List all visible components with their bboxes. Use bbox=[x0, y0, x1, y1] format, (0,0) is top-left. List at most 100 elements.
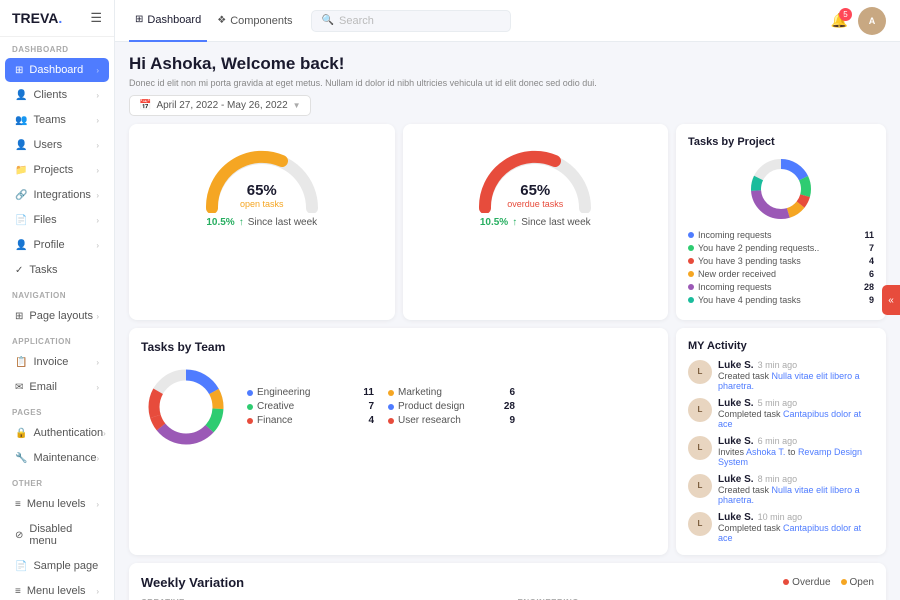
open-tasks-card: 65% open tasks 10.5% ↑ Since last week bbox=[129, 124, 395, 320]
search-icon: 🔍 bbox=[322, 15, 334, 26]
overdue-tasks-stat-text: Since last week bbox=[521, 217, 590, 228]
project-donut-chart bbox=[746, 154, 816, 224]
sidebar-item-menu-levels2[interactable]: ≡Menu levels › bbox=[5, 579, 109, 600]
sidebar-item-menu-levels[interactable]: ≡Menu levels › bbox=[5, 492, 109, 516]
activity-avatar-1: L bbox=[688, 398, 712, 422]
activity-item-3: L Luke S. 8 min ago Created task Nulla v… bbox=[688, 474, 874, 505]
files-icon: 📄 bbox=[15, 215, 27, 226]
sidebar-item-teams[interactable]: 👥Teams › bbox=[5, 108, 109, 132]
sidebar-item-tasks[interactable]: ✓Tasks bbox=[5, 258, 109, 282]
sidebar-item-profile[interactable]: 👤Profile › bbox=[5, 233, 109, 257]
invoice-icon: 📋 bbox=[15, 357, 27, 368]
sidebar: TREVA. ☰ DASHBOARD ⊞Dashboard › 👤Clients… bbox=[0, 0, 115, 600]
sidebar-section-label-other: OTHER bbox=[0, 471, 114, 491]
activity-name-2: Luke S. bbox=[718, 436, 754, 447]
activity-link-2a[interactable]: Ashoka T. bbox=[746, 447, 785, 457]
menu-icon[interactable]: ☰ bbox=[90, 10, 102, 26]
date-range-picker[interactable]: 📅 April 27, 2022 - May 26, 2022 ▼ bbox=[129, 95, 311, 116]
email-icon: ✉ bbox=[15, 382, 23, 393]
sidebar-item-sample-page[interactable]: 📄Sample page bbox=[5, 554, 109, 578]
notification-button[interactable]: 🔔 5 bbox=[831, 12, 848, 29]
sidebar-item-invoice[interactable]: 📋Invoice › bbox=[5, 350, 109, 374]
weekly-variation-card: Weekly Variation Overdue Open CREATIVE bbox=[129, 563, 886, 600]
sidebar-item-integrations[interactable]: 🔗Integrations › bbox=[5, 183, 109, 207]
legend-item-5: You have 4 pending tasks 9 bbox=[688, 295, 874, 305]
overdue-tasks-percentage: 65% bbox=[507, 182, 563, 199]
activity-name-1: Luke S. bbox=[718, 398, 754, 409]
chevron-icon: › bbox=[96, 191, 99, 200]
chevron-down-icon: ▼ bbox=[293, 101, 301, 110]
sidebar-section-dashboard: DASHBOARD ⊞Dashboard › 👤Clients › 👥Teams… bbox=[0, 37, 114, 283]
sidebar-section-label-app: APPLICATION bbox=[0, 329, 114, 349]
legend-item-4: Incoming requests 28 bbox=[688, 282, 874, 292]
dashboard-nav-icon: ⊞ bbox=[135, 14, 143, 25]
activity-avatar-3: L bbox=[688, 474, 712, 498]
activity-avatar-4: L bbox=[688, 512, 712, 536]
overdue-tasks-card: 65% overdue tasks 10.5% ↑ Since last wee… bbox=[403, 124, 669, 320]
chevron-icon: › bbox=[96, 312, 99, 321]
activity-title: MY Activity bbox=[688, 340, 874, 352]
tasks-by-team-card: Tasks by Team Engineering bbox=[129, 328, 668, 555]
sidebar-item-dashboard[interactable]: ⊞Dashboard › bbox=[5, 58, 109, 82]
topnav-link-dashboard[interactable]: ⊞ Dashboard bbox=[129, 0, 207, 42]
legend-item-2: You have 3 pending tasks 4 bbox=[688, 256, 874, 266]
topnav-link-components[interactable]: ❖ Components bbox=[211, 0, 298, 42]
team-legend-user-research: User research 9 bbox=[388, 415, 515, 426]
open-tasks-percentage: 65% bbox=[240, 182, 284, 199]
sidebar-item-projects[interactable]: 📁Projects › bbox=[5, 158, 109, 182]
calendar-icon: 📅 bbox=[139, 100, 151, 111]
open-tasks-label: open tasks bbox=[240, 199, 284, 209]
open-tasks-stat-value: 10.5% bbox=[206, 217, 234, 228]
chevron-icon: › bbox=[96, 116, 99, 125]
sidebar-item-disabled-menu[interactable]: ⊘Disabled menu bbox=[5, 517, 109, 553]
sidebar-logo: TREVA. ☰ bbox=[0, 0, 114, 37]
user-avatar[interactable]: A bbox=[858, 7, 886, 35]
collapse-button[interactable]: « bbox=[882, 285, 900, 315]
overdue-tasks-stat-value: 10.5% bbox=[480, 217, 508, 228]
activity-time-4: 10 min ago bbox=[758, 512, 803, 522]
sidebar-item-authentication[interactable]: 🔒Authentication › bbox=[5, 421, 109, 445]
sidebar-item-users[interactable]: 👤Users › bbox=[5, 133, 109, 157]
chevron-icon: › bbox=[96, 358, 99, 367]
chevron-icon: › bbox=[96, 454, 99, 463]
sidebar-item-maintenance[interactable]: 🔧Maintenance › bbox=[5, 446, 109, 470]
activity-avatar-2: L bbox=[688, 436, 712, 460]
chevron-icon: › bbox=[96, 66, 99, 75]
sidebar-item-email[interactable]: ✉Email › bbox=[5, 375, 109, 399]
open-tasks-stat: 10.5% ↑ Since last week bbox=[206, 217, 317, 228]
sidebar-item-page-layouts[interactable]: ⊞Page layouts › bbox=[5, 304, 109, 328]
welcome-title: Hi Ashoka, Welcome back! bbox=[129, 54, 886, 74]
teams-icon: 👥 bbox=[15, 115, 27, 126]
notification-badge: 5 bbox=[839, 8, 852, 21]
auth-icon: 🔒 bbox=[15, 428, 27, 439]
weekly-legend: Overdue Open bbox=[783, 577, 874, 588]
activity-item-0: L Luke S. 3 min ago Created task Nulla v… bbox=[688, 360, 874, 391]
sidebar-item-files[interactable]: 📄Files › bbox=[5, 208, 109, 232]
middle-row: Tasks by Team Engineering bbox=[129, 328, 886, 555]
activity-name-4: Luke S. bbox=[718, 512, 754, 523]
legend-item-3: New order received 6 bbox=[688, 269, 874, 279]
team-legend-creative: Creative 7 bbox=[247, 401, 374, 412]
activity-time-1: 5 min ago bbox=[758, 398, 798, 408]
sidebar-section-navigation: NAVIGATION ⊞Page layouts › bbox=[0, 283, 114, 329]
team-donut-chart bbox=[141, 362, 231, 452]
chevron-icon: › bbox=[96, 91, 99, 100]
activity-avatar-0: L bbox=[688, 360, 712, 384]
sidebar-section-label-pages: PAGES bbox=[0, 400, 114, 420]
profile-icon: 👤 bbox=[15, 240, 27, 251]
chevron-icon: › bbox=[96, 587, 99, 596]
dashboard-icon: ⊞ bbox=[15, 65, 23, 76]
components-nav-icon: ❖ bbox=[217, 15, 226, 26]
activity-time-3: 8 min ago bbox=[758, 474, 798, 484]
activity-item-1: L Luke S. 5 min ago Completed task Canta… bbox=[688, 398, 874, 429]
activity-name-0: Luke S. bbox=[718, 360, 754, 371]
chevron-icon: › bbox=[96, 166, 99, 175]
sidebar-item-clients[interactable]: 👤Clients › bbox=[5, 83, 109, 107]
content-area: Hi Ashoka, Welcome back! Donec id elit n… bbox=[115, 42, 900, 600]
topnav-search-box[interactable]: 🔍 Search bbox=[311, 10, 511, 32]
chevron-icon: › bbox=[96, 141, 99, 150]
open-tasks-stat-text: Since last week bbox=[248, 217, 317, 228]
disabled-menu-icon: ⊘ bbox=[15, 530, 23, 541]
activity-time-0: 3 min ago bbox=[758, 360, 798, 370]
sidebar-section-label: DASHBOARD bbox=[0, 37, 114, 57]
